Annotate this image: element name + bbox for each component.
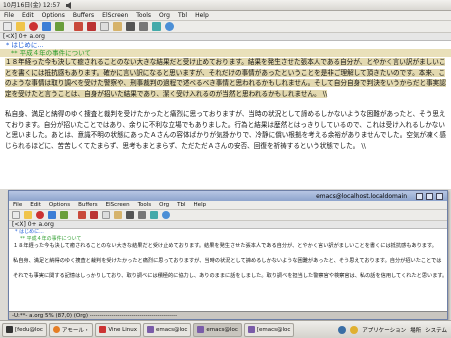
- copy-icon[interactable]: [102, 211, 110, 219]
- taskbar-item-browser[interactable]: アモール・: [48, 322, 94, 337]
- cut-icon[interactable]: [87, 22, 96, 31]
- cut-icon[interactable]: [90, 211, 98, 219]
- open-folder-icon[interactable]: [16, 22, 25, 31]
- menu-edit-2[interactable]: Edit: [30, 202, 41, 208]
- save-as-icon[interactable]: [60, 211, 68, 219]
- help-icon[interactable]: [165, 22, 174, 31]
- system-tray: アプリケーション 場所 システム: [338, 325, 451, 334]
- new-file-icon[interactable]: [12, 211, 20, 219]
- terminal-icon: [6, 326, 13, 333]
- window-titlebar[interactable]: emacs@localhost.localdomain: [9, 191, 447, 201]
- minimize-button[interactable]: [416, 192, 423, 200]
- save-icon[interactable]: [48, 211, 56, 219]
- menu-elscreen-2[interactable]: ElScreen: [106, 202, 130, 208]
- menubar-2: File Edit Options Buffers ElScreen Tools…: [9, 201, 447, 210]
- menu-org-2[interactable]: Org: [159, 202, 169, 208]
- menu-edit[interactable]: Edit: [22, 12, 34, 19]
- top-panel: 10月16日(金) 12:57: [0, 0, 451, 11]
- taskbar-item-terminal[interactable]: [fedu@loc: [2, 322, 47, 337]
- toolbar-2: [9, 210, 447, 221]
- org-heading-1[interactable]: * はじめに...: [0, 41, 451, 49]
- taskbar-item-emacs-3[interactable]: [emacs@loc: [243, 322, 295, 337]
- close-icon[interactable]: [29, 22, 38, 31]
- menubar: File Edit Options Buffers ElScreen Tools…: [0, 11, 451, 21]
- text-line-1[interactable]: １８年経った今も決して癒されることのない大きな結果だと受け止めております。結果を…: [9, 242, 447, 251]
- open-folder-icon[interactable]: [24, 211, 32, 219]
- paragraph-1-text: １８年経った今も決して癒されることのない大きな結果だと受け止めております。結果を…: [5, 58, 446, 98]
- taskbar-item-emacs-2[interactable]: emacs@loc: [193, 322, 242, 337]
- emacs-icon: [197, 326, 205, 333]
- paste-icon[interactable]: [114, 211, 122, 219]
- text-line-2[interactable]: 私自身、満足と納得のゆく捜査と裁判を受けたかったと痛烈に思っておりますが、当時の…: [9, 257, 447, 266]
- menu-help-2[interactable]: Help: [194, 202, 207, 208]
- paragraph-1[interactable]: １８年経った今も決して癒されることのない大きな結果だと受け止めております。結果を…: [0, 57, 451, 99]
- menu-elscreen[interactable]: ElScreen: [102, 12, 128, 19]
- taskbar-item-vine[interactable]: Vine Linux: [95, 322, 141, 337]
- places-menu[interactable]: 場所: [410, 326, 421, 334]
- undo-icon[interactable]: [74, 22, 83, 31]
- task-label: [fedu@loc: [15, 326, 43, 333]
- network-icon[interactable]: [338, 325, 347, 334]
- task-label: アモール・: [61, 327, 90, 334]
- mode-line: -U:**- a.org 5% (87,0) (Org) -----------…: [9, 311, 447, 319]
- firefox-icon: [52, 326, 60, 333]
- emacs-main-window: File Edit Options Buffers ElScreen Tools…: [0, 11, 451, 189]
- task-label: [emacs@loc: [256, 326, 291, 333]
- menu-tbl[interactable]: Tbl: [178, 12, 187, 19]
- menu-org[interactable]: Org: [159, 12, 170, 19]
- notification-icon[interactable]: [350, 325, 359, 334]
- paragraph-2[interactable]: 私自身、満足と納得のゆく捜査と裁判を受けたかったと痛烈に思っておりますが、当時の…: [0, 109, 451, 151]
- undo-icon[interactable]: [78, 211, 86, 219]
- menu-options-2[interactable]: Options: [49, 202, 70, 208]
- menu-options[interactable]: Options: [42, 12, 65, 19]
- preferences-icon[interactable]: [150, 211, 158, 219]
- maximize-button[interactable]: [426, 192, 433, 200]
- menu-help[interactable]: Help: [195, 12, 209, 19]
- menu-file[interactable]: File: [4, 12, 14, 19]
- applications-menu[interactable]: アプリケーション: [362, 326, 406, 334]
- menu-buffers-2[interactable]: Buffers: [78, 202, 98, 208]
- elscreen-tabline[interactable]: [<X] 0+ a.org: [0, 33, 451, 41]
- emacs-icon: [147, 326, 154, 333]
- close-button[interactable]: [436, 192, 443, 200]
- menu-tools[interactable]: Tools: [136, 12, 151, 19]
- print-icon[interactable]: [138, 211, 146, 219]
- print-icon[interactable]: [139, 22, 148, 31]
- copy-icon[interactable]: [100, 22, 109, 31]
- emacs-secondary-window: emacs@localhost.localdomain File Edit Op…: [8, 190, 448, 320]
- org-heading-2[interactable]: ** 平成４年の事件について: [0, 49, 451, 57]
- close-icon[interactable]: [36, 211, 44, 219]
- paste-icon[interactable]: [113, 22, 122, 31]
- window-title: emacs@localhost.localdomain: [316, 192, 407, 200]
- system-menu[interactable]: システム: [425, 326, 447, 334]
- search-icon[interactable]: [126, 211, 134, 219]
- menu-file-2[interactable]: File: [13, 202, 22, 208]
- panel-clock[interactable]: 10月16日(金) 12:57: [3, 0, 60, 11]
- new-file-icon[interactable]: [3, 22, 12, 31]
- elscreen-tabline-2[interactable]: [<X] 0+ a.org: [9, 221, 447, 229]
- task-label: emacs@loc: [156, 326, 188, 333]
- menu-tbl-2[interactable]: Tbl: [177, 202, 185, 208]
- task-label: emacs@loc: [206, 326, 238, 333]
- search-icon[interactable]: [126, 22, 135, 31]
- text-line-3[interactable]: それでも事実に関する記憶はしっかりしており、取り調べには積極的に協力し、ありのま…: [9, 272, 447, 281]
- emacs-icon: [247, 326, 255, 333]
- task-label: Vine Linux: [108, 326, 137, 333]
- menu-tools-2[interactable]: Tools: [138, 202, 152, 208]
- save-as-icon[interactable]: [55, 22, 64, 31]
- toolbar: [0, 21, 451, 33]
- taskbar-item-emacs-1[interactable]: emacs@loc: [143, 322, 192, 337]
- help-icon[interactable]: [162, 211, 170, 219]
- save-icon[interactable]: [42, 22, 51, 31]
- preferences-icon[interactable]: [152, 22, 161, 31]
- taskbar: [fedu@loc アモール・ Vine Linux emacs@loc ema…: [0, 320, 451, 338]
- menu-buffers[interactable]: Buffers: [73, 12, 94, 19]
- volume-icon[interactable]: [66, 2, 74, 9]
- vine-icon: [99, 326, 107, 333]
